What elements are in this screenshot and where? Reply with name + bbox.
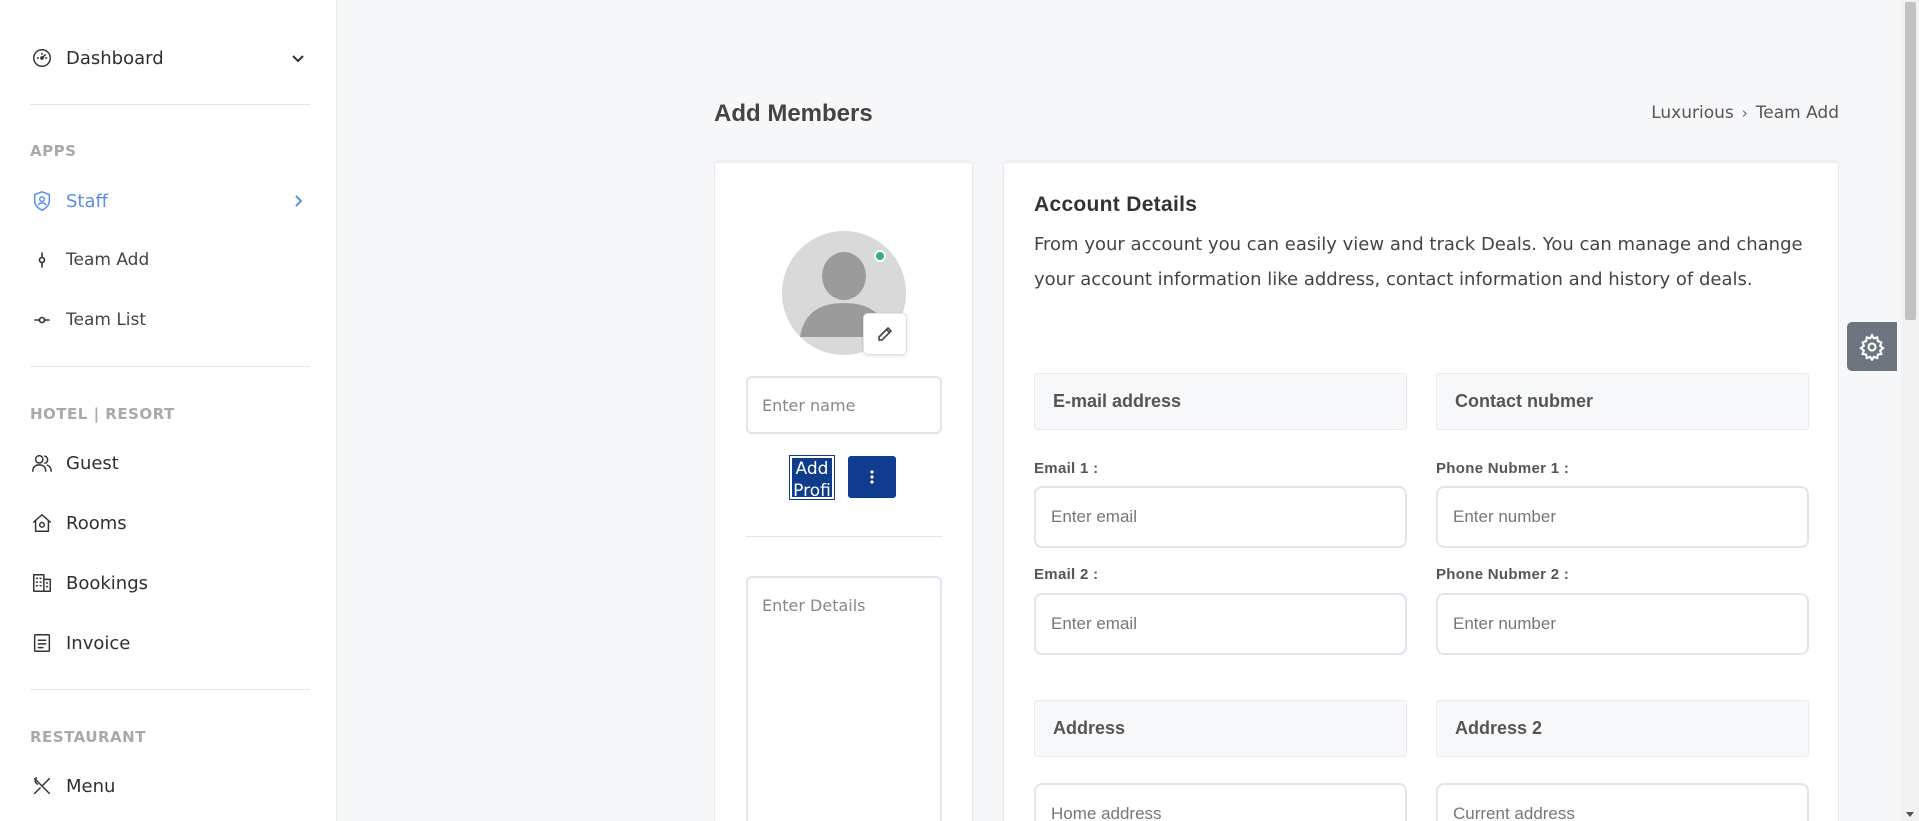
sidebar-item-label: Team Add: [66, 250, 150, 270]
account-details-card: Account Details From your account you ca…: [1003, 160, 1839, 821]
account-details-title: Account Details: [1034, 193, 1198, 216]
gear-icon: [1859, 332, 1885, 361]
sidebar-item-dashboard[interactable]: Dashboard: [30, 38, 306, 78]
contact-section-header: Contact nubmer: [1436, 373, 1809, 430]
chevron-right-icon: [290, 193, 306, 209]
edit-avatar-button[interactable]: [863, 313, 907, 355]
commit-horizontal-icon: [30, 308, 54, 332]
address-section-header: Address: [1034, 700, 1407, 757]
sidebar-divider: [30, 366, 310, 367]
profile-card: Add Profile: [714, 160, 973, 821]
phone1-label: Phone Nubmer 1 :: [1436, 460, 1570, 477]
sidebar-item-label: Invoice: [66, 632, 131, 654]
section-title-apps: APPS: [30, 142, 77, 160]
name-input[interactable]: [746, 376, 942, 434]
document-icon: [30, 631, 54, 655]
email-section-header: E-mail address: [1034, 373, 1407, 430]
more-options-button[interactable]: [848, 456, 896, 498]
commit-vertical-icon: [30, 248, 54, 272]
page-title: Add Members: [714, 100, 873, 127]
breadcrumb-item-luxurious[interactable]: Luxurious: [1651, 103, 1734, 123]
building-icon: [30, 571, 54, 595]
sidebar-item-rooms[interactable]: Rooms: [30, 503, 306, 543]
home-icon: [30, 511, 54, 535]
home-address-input[interactable]: [1034, 783, 1407, 821]
email2-input[interactable]: [1034, 593, 1407, 655]
sidebar-item-guest[interactable]: Guest: [30, 443, 306, 483]
address2-section-header: Address 2: [1436, 700, 1809, 757]
section-title-hotel: HOTEL | RESORT: [30, 405, 175, 423]
breadcrumb: Luxurious › Team Add: [1651, 103, 1839, 123]
current-address-input[interactable]: [1436, 783, 1809, 821]
section-title-restaurant: RESTAURANT: [30, 728, 146, 746]
phone1-input[interactable]: [1436, 486, 1809, 548]
utensils-crossed-icon: [30, 774, 54, 798]
sidebar-divider: [30, 689, 310, 690]
sidebar-item-menu[interactable]: Menu: [30, 766, 306, 806]
pencil-icon: [878, 326, 893, 341]
sidebar-item-label: Menu: [66, 775, 116, 797]
card-divider: [746, 536, 942, 537]
sidebar-item-label: Bookings: [66, 572, 149, 594]
sidebar-item-team-add[interactable]: Team Add: [30, 240, 306, 280]
more-vertical-icon: [870, 470, 874, 484]
users-icon: [30, 451, 54, 475]
gauge-icon: [30, 46, 54, 70]
scrollbar-thumb[interactable]: [1905, 2, 1916, 320]
add-profile-button[interactable]: Add Profile: [789, 455, 835, 500]
settings-button[interactable]: [1847, 322, 1897, 371]
sidebar-item-label: Guest: [66, 452, 119, 474]
sidebar-item-bookings[interactable]: Bookings: [30, 563, 306, 603]
sidebar-item-team-list[interactable]: Team List: [30, 300, 306, 340]
sidebar-divider: [30, 104, 310, 105]
chevron-down-icon: [290, 50, 306, 66]
sidebar-item-label: Dashboard: [66, 47, 164, 69]
chevron-right-icon: ›: [1741, 104, 1748, 122]
sidebar: Dashboard APPS Staff Team Add Team List …: [0, 0, 337, 821]
email2-label: Email 2 :: [1034, 566, 1099, 583]
sidebar-item-label: Team List: [66, 310, 147, 330]
badge-icon: [30, 189, 54, 213]
online-status-dot: [874, 250, 886, 262]
phone2-label: Phone Nubmer 2 :: [1436, 566, 1570, 583]
breadcrumb-item-current: Team Add: [1755, 103, 1839, 123]
sidebar-item-staff[interactable]: Staff: [30, 181, 306, 221]
sidebar-item-label: Rooms: [66, 512, 127, 534]
sidebar-item-invoice[interactable]: Invoice: [30, 623, 306, 663]
phone2-input[interactable]: [1436, 593, 1809, 655]
sidebar-item-label: Staff: [66, 190, 108, 212]
details-textarea[interactable]: [746, 576, 942, 821]
scroll-down-arrow-icon[interactable]: [1906, 812, 1914, 817]
email1-input[interactable]: [1034, 486, 1407, 548]
account-details-description: From your account you can easily view an…: [1034, 234, 1803, 290]
page-scrollbar[interactable]: [1902, 0, 1919, 821]
email1-label: Email 1 :: [1034, 460, 1099, 477]
